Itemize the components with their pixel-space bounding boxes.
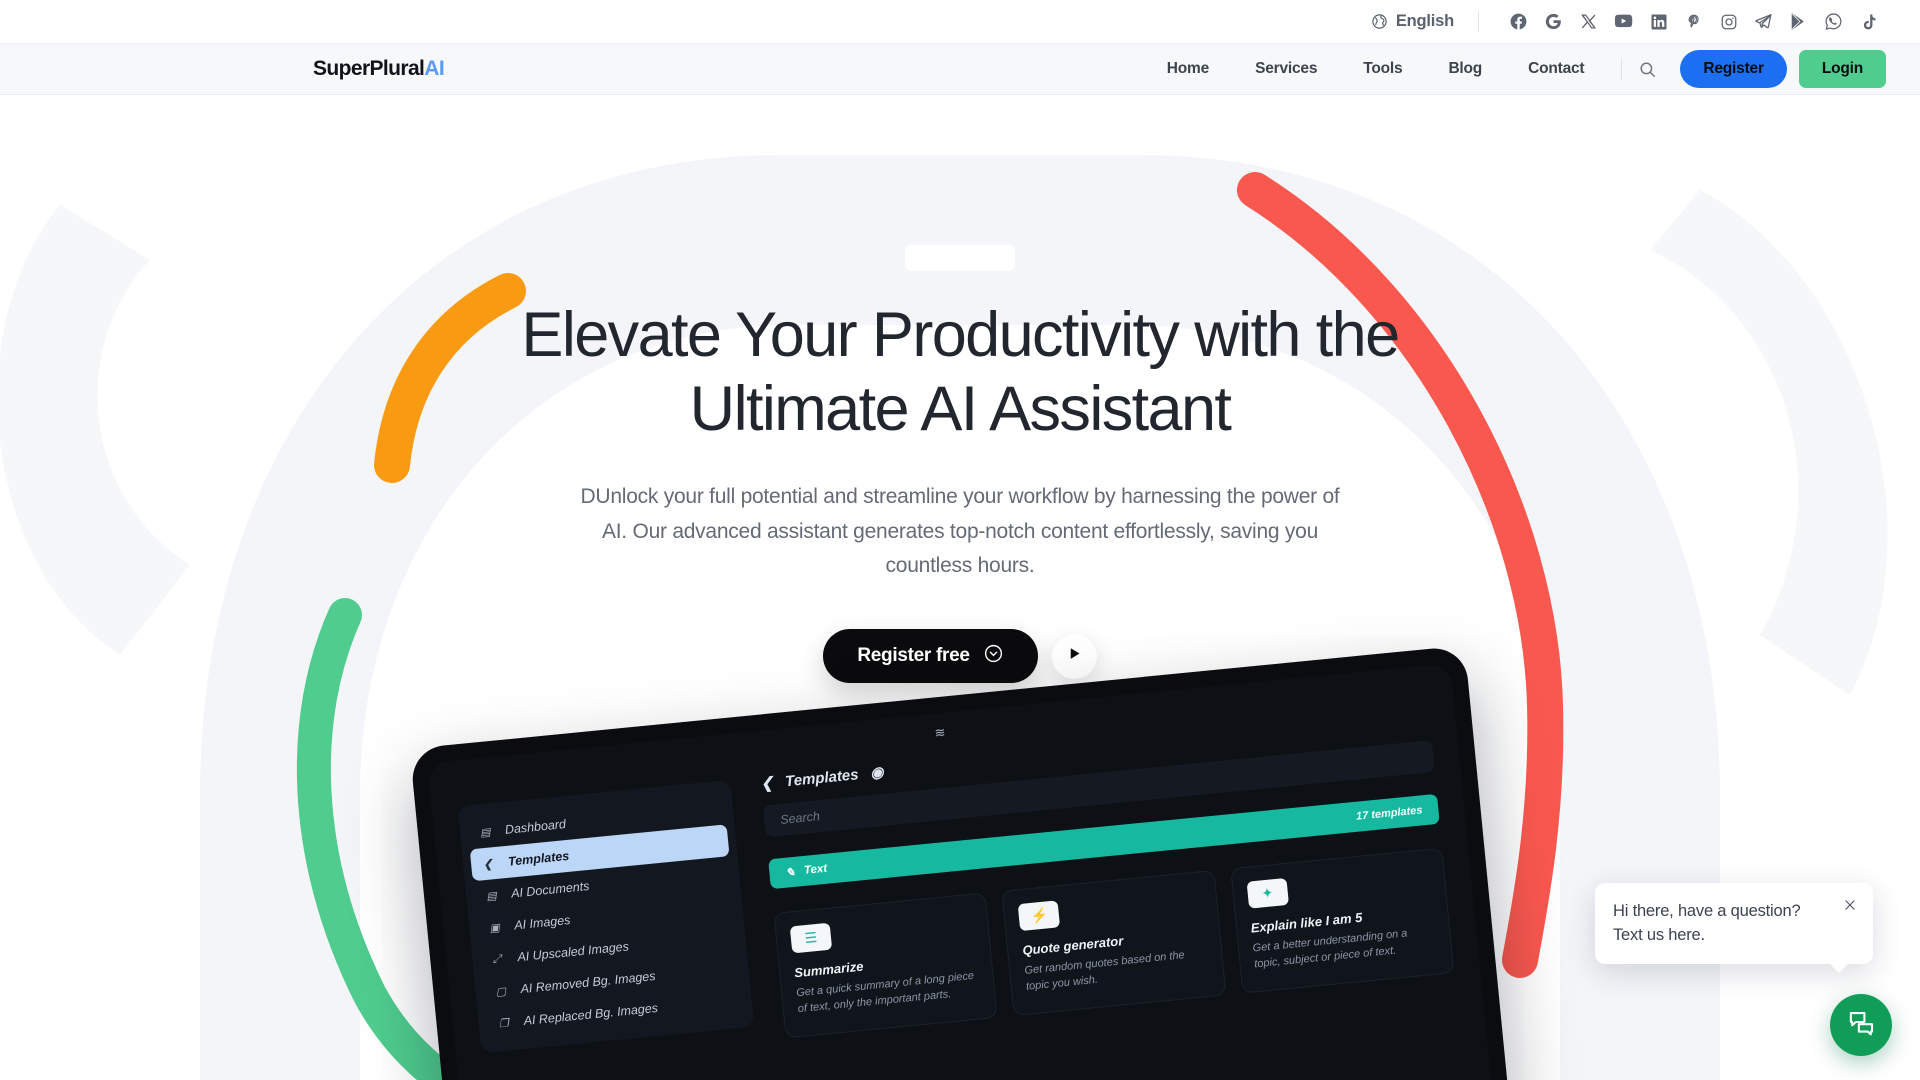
template-count-badge: 17 templates [1355, 804, 1424, 823]
document-icon: ▤ [485, 889, 498, 903]
social-links [1501, 7, 1886, 37]
nav-item-contact[interactable]: Contact [1505, 60, 1607, 78]
nav-item-services[interactable]: Services [1232, 60, 1340, 78]
product-tablet-mockup: ≋ ▤ Dashboard ❮ Templates ▤ AI Documents… [409, 645, 1511, 1080]
social-google[interactable] [1536, 7, 1571, 37]
sidebar-label: Templates [507, 848, 570, 869]
sidebar-label: AI Images [513, 913, 572, 933]
sidebar-label: Dashboard [504, 816, 567, 837]
site-header: SuperPluralAI Home Services Tools Blog C… [0, 43, 1920, 95]
template-card[interactable]: ✦ Explain like I am 5 Get a better under… [1229, 847, 1455, 994]
site-logo[interactable]: SuperPluralAI [313, 57, 445, 81]
topbar-divider [1478, 11, 1479, 32]
tablet-frame: ≋ ▤ Dashboard ❮ Templates ▤ AI Documents… [409, 645, 1511, 1080]
page-title: Elevate Your Productivity with the Ultim… [521, 300, 1400, 444]
crop-icon: ▢ [495, 985, 507, 999]
template-card[interactable]: ☰ Summarize Get a quick summary of a lon… [773, 892, 998, 1039]
hero-cta-row: Register free [0, 629, 1920, 684]
social-pinterest[interactable] [1676, 7, 1711, 37]
social-linkedin[interactable] [1641, 7, 1676, 37]
login-button[interactable]: Login [1798, 50, 1886, 88]
app-search-placeholder: Search [779, 809, 821, 827]
sidebar-label: AI Removed Bg. Images [519, 968, 657, 997]
social-facebook[interactable] [1501, 7, 1536, 37]
nav-item-home[interactable]: Home [1144, 60, 1232, 78]
text-category-icon: ✎ [784, 866, 796, 880]
header-divider [1621, 58, 1623, 80]
social-googleplay[interactable] [1781, 7, 1816, 37]
play-video-button[interactable] [1051, 633, 1097, 679]
chat-tooltip: Hi there, have a question? Text us here. [1595, 883, 1873, 973]
image-icon: ▣ [488, 921, 501, 935]
main-navigation: Home Services Tools Blog Contact Registe… [1144, 48, 1886, 90]
chat-launcher-button[interactable] [1830, 994, 1892, 1056]
register-free-button[interactable]: Register free [823, 629, 1038, 684]
social-youtube[interactable] [1606, 7, 1641, 37]
hero-subtitle: DUnlock your full potential and streamli… [580, 485, 1340, 577]
language-selector[interactable]: English [1371, 12, 1454, 31]
app-panel-title: Templates [784, 765, 860, 790]
hero-section: Elevate Your Productivity with the Ultim… [0, 95, 1920, 1080]
chevron-down-circle-icon [983, 643, 1004, 670]
hero-content: Elevate Your Productivity with the Ultim… [0, 95, 1920, 684]
category-label: Text [803, 862, 828, 877]
social-telegram[interactable] [1746, 7, 1781, 37]
social-whatsapp[interactable] [1816, 7, 1851, 37]
chevron-left-icon: ❮ [482, 857, 494, 871]
social-instagram[interactable] [1711, 7, 1746, 37]
chat-bubbles-icon [1847, 1008, 1876, 1042]
logo-main-text: SuperPlural [313, 57, 425, 80]
chat-tooltip-message: Hi there, have a question? Text us here. [1613, 902, 1801, 944]
search-icon[interactable] [1626, 48, 1668, 90]
app-logo-icon: ≋ [933, 724, 948, 741]
back-chevron-icon[interactable]: ❮ [760, 774, 774, 793]
play-icon [1067, 646, 1082, 666]
globe-icon [1371, 13, 1388, 30]
text-lines-icon: ☰ [789, 922, 833, 954]
sparkle-icon: ✦ [1246, 877, 1289, 909]
sidebar-label: AI Upscaled Images [516, 939, 630, 965]
template-card[interactable]: ⚡ Quote generator Get random quotes base… [1001, 869, 1227, 1017]
tablet-screen: ≋ ▤ Dashboard ❮ Templates ▤ AI Documents… [427, 662, 1493, 1080]
hero-badge-placeholder [905, 245, 1015, 271]
grid-icon: ▤ [479, 825, 492, 839]
nav-item-tools[interactable]: Tools [1340, 60, 1425, 78]
utility-topbar: English [0, 0, 1920, 43]
language-label: English [1395, 12, 1454, 30]
layers-icon: ❐ [498, 1017, 510, 1030]
info-icon[interactable]: ◉ [869, 763, 885, 782]
social-tiktok[interactable] [1851, 7, 1886, 37]
expand-icon: ⤢ [491, 952, 502, 966]
nav-item-blog[interactable]: Blog [1425, 60, 1505, 78]
social-x[interactable] [1571, 7, 1606, 37]
register-button[interactable]: Register [1680, 50, 1787, 88]
register-free-label: Register free [857, 645, 970, 667]
sidebar-label: AI Replaced Bg. Images [523, 1000, 659, 1028]
close-icon[interactable] [1841, 896, 1859, 914]
sidebar-label: AI Documents [510, 878, 591, 901]
bolt-icon: ⚡ [1017, 900, 1061, 932]
logo-accent-text: AI [424, 57, 445, 80]
